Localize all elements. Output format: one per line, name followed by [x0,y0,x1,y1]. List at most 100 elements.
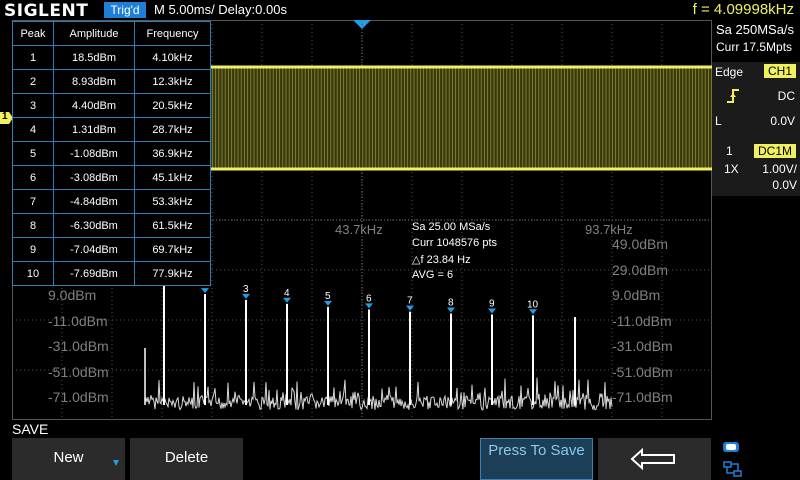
new-button[interactable]: New [12,438,125,480]
peak-table: Peak Amplitude Frequency 1 18.5dBm 4.10kHz… [12,21,211,286]
peak-peak-cell: 1 [12,45,54,70]
peak-markers: 12345678910 [160,266,539,315]
usb-network-status-icon [723,442,742,477]
sample-rate-readout: Sa 250MSa/s [716,22,795,37]
fft-y-tick-label: -71.0dBm [612,389,673,405]
peak-amplitude-cell: 1.31dBm [53,117,135,142]
peak-frequency-cell: 45.1kHz [134,165,211,190]
peak-peak-cell: 2 [12,69,54,94]
channel-coupling-badge: DC1M [753,144,796,158]
fft-points: Curr 1048576 pts [412,237,497,249]
peak-table-row: 9 -7.04dBm 69.7kHz [12,237,211,262]
fft-average: AVG = 6 [412,269,454,281]
peak-table-row: 3 4.40dBm 20.5kHz [12,93,211,118]
right-info-panel: Sa 250MSa/s Curr 17.5Mpts Edge CH1 DC L … [712,20,800,420]
fft-y-tick-label: -51.0dBm [612,363,673,380]
fft-y-tick-label: -31.0dBm [48,338,109,354]
peak-frequency-cell: 12.3kHz [134,69,211,94]
peak-marker-label: 5 [325,291,331,302]
delete-button-label: Delete [164,449,209,466]
peak-frequency-cell: 4.10kHz [134,45,211,70]
frequency-column-header: Frequency [134,21,211,46]
rising-edge-icon [727,89,739,103]
peak-amplitude-cell: -6.30dBm [53,213,135,238]
fft-y-tick-label: 9.0dBm [612,287,661,303]
return-button[interactable] [598,438,711,480]
channel-number: 1 [726,144,733,158]
return-arrow-icon [630,447,675,471]
press-to-save-button[interactable]: Press To Save [480,438,593,480]
trigger-type-label: Edge [715,65,744,79]
peak-table-row: 6 -3.08dBm 45.1kHz [12,165,211,190]
peak-amplitude-cell: -1.08dBm [53,141,135,166]
trigger-level-value: 0.0V [770,114,795,128]
new-button-label: New [53,449,84,466]
peak-frequency-cell: 20.5kHz [134,93,211,118]
peak-peak-cell: 8 [12,213,54,238]
press-to-save-label: Press To Save [488,442,585,459]
trigger-coupling: DC [777,89,795,103]
peak-peak-cell: 9 [12,237,54,262]
peak-table-header: Peak Amplitude Frequency [12,21,211,46]
fft-y-tick-label: -51.0dBm [48,363,109,380]
peak-amplitude-cell: -4.84dBm [53,189,135,214]
peak-frequency-cell: 77.9kHz [134,261,211,286]
amplitude-column-header: Amplitude [53,21,135,46]
trigger-source-badge: CH1 [763,64,796,78]
peak-amplitude-cell: 8.93dBm [53,69,135,94]
fft-x-label-right: 93.7kHz [585,222,633,237]
fft-y-tick-label: -31.0dBm [612,338,673,354]
peak-marker-label: 8 [448,298,454,309]
peak-amplitude-cell: 4.40dBm [53,93,135,118]
peak-frequency-cell: 36.9kHz [134,141,211,166]
peak-marker-label: 4 [284,288,290,299]
channel1-panel[interactable]: 1 DC1M 1X 1.00V/ 0.0V [712,142,800,196]
fft-delta-f: △f 23.84 Hz [412,254,471,266]
fft-noise-floor [144,377,613,411]
trigger-panel[interactable]: Edge CH1 DC L 0.0V [712,62,800,150]
peak-table-row: 5 -1.08dBm 36.9kHz [12,141,211,166]
fft-x-label-mid: 43.7kHz [335,222,383,237]
peak-peak-cell: 6 [12,165,54,190]
peak-amplitude-cell: -3.08dBm [53,165,135,190]
peak-marker-label: 7 [407,296,413,307]
fft-y-tick-label: 9.0dBm [48,287,97,303]
peak-frequency-cell: 28.7kHz [134,117,211,142]
fft-y-tick-label: 29.0dBm [612,261,669,278]
peak-frequency-cell: 61.5kHz [134,213,211,238]
peak-marker-label: 3 [243,284,249,295]
arrow-down-icon [113,460,119,466]
fft-y-tick-label: -11.0dBm [612,312,672,329]
probe-attenuation: 1X [724,162,739,176]
peak-amplitude-cell: -7.69dBm [53,261,135,286]
peak-frequency-cell: 53.3kHz [134,189,211,214]
peak-marker-label: 6 [366,293,372,304]
memory-depth-readout: Curr 17.5Mpts [716,40,793,54]
peak-peak-cell: 3 [12,93,54,118]
peak-marker-label: 10 [527,299,539,310]
fft-spectrum [144,281,613,411]
peak-amplitude-cell: -7.04dBm [53,237,135,262]
peak-table-row: 8 -6.30dBm 61.5kHz [12,213,211,238]
peak-table-row: 10 -7.69dBm 77.9kHz [12,261,211,286]
channel1-marker-label: 1 [2,111,8,122]
peak-table-row: 4 1.31dBm 28.7kHz [12,117,211,142]
fft-y-tick-label: -71.0dBm [48,389,109,405]
peak-peak-cell: 7 [12,189,54,214]
peak-peak-cell: 4 [12,117,54,142]
softkey-bar: SAVE New Delete Press To Save [0,420,800,480]
fft-sample-rate: Sa 25.00 MSa/s [412,221,491,233]
vertical-offset: 0.0V [772,178,797,192]
fft-y-tick-label: -11.0dBm [48,312,108,329]
trigger-level-prefix: L [715,114,722,128]
peak-peak-cell: 5 [12,141,54,166]
peak-table-row: 7 -4.84dBm 53.3kHz [12,189,211,214]
peak-column-header: Peak [12,21,54,46]
peak-table-row: 1 18.5dBm 4.10kHz [12,45,211,70]
fft-y-tick-label: 49.0dBm [612,236,669,252]
peak-marker-label: 9 [489,298,495,309]
menu-title: SAVE [12,421,49,437]
peak-amplitude-cell: 18.5dBm [53,45,135,70]
delete-button[interactable]: Delete [130,438,243,480]
peak-frequency-cell: 69.7kHz [134,237,211,262]
